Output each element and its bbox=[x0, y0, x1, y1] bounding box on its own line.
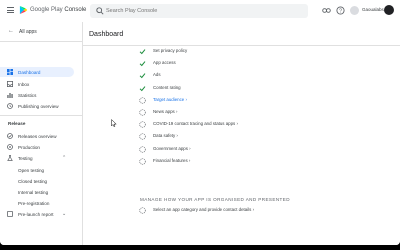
user-avatar[interactable] bbox=[384, 5, 394, 15]
help-icon[interactable]: ? bbox=[336, 6, 345, 15]
sidebar-item-label: Releases overview bbox=[18, 133, 57, 139]
statistics-icon bbox=[7, 93, 13, 98]
menu-icon[interactable] bbox=[7, 7, 14, 13]
sidebar-item-label: Dashboard bbox=[18, 69, 41, 75]
pending-task-icon bbox=[139, 133, 146, 141]
all-apps-label: All apps bbox=[19, 29, 37, 35]
task-row: App access bbox=[139, 58, 379, 68]
task-label[interactable]: COVID-19 contact tracing and status apps… bbox=[153, 121, 238, 126]
pending-task-icon bbox=[139, 158, 146, 165]
mouse-cursor-icon bbox=[111, 119, 117, 127]
google-play-logo-icon bbox=[19, 5, 28, 15]
pending-task-icon bbox=[139, 97, 146, 104]
task-label: Set privacy policy bbox=[153, 48, 188, 53]
task-label: Content rating bbox=[153, 84, 181, 90]
svg-text:?: ? bbox=[339, 8, 342, 14]
pending-task-icon bbox=[139, 145, 146, 153]
developer-name[interactable]: Gaoualabs bbox=[362, 7, 384, 12]
task-row: Ads bbox=[139, 70, 379, 80]
search-input[interactable] bbox=[106, 5, 296, 17]
check-icon bbox=[139, 49, 146, 55]
screen-bottom-edge bbox=[0, 245, 400, 250]
sidebar-divider bbox=[0, 41, 82, 42]
expand-more-icon[interactable]: ⌄ bbox=[62, 211, 66, 217]
sidebar-item-dashboard[interactable]: Dashboard bbox=[0, 67, 74, 77]
task-label[interactable]: News apps › bbox=[153, 109, 177, 114]
sidebar-item-label: Publishing overview bbox=[18, 103, 59, 109]
brand-title[interactable]: Google Play Console bbox=[30, 5, 86, 15]
task-label: Ads bbox=[153, 72, 161, 78]
sidebar-item-pre-launch-report[interactable]: Pre-launch report ⌄ bbox=[0, 209, 74, 219]
page-title: Dashboard bbox=[89, 31, 124, 38]
task-row[interactable]: COVID-19 contact tracing and status apps… bbox=[139, 119, 379, 129]
search-bar[interactable] bbox=[90, 4, 308, 18]
release-section-label: Release bbox=[8, 121, 26, 126]
check-icon bbox=[139, 85, 146, 91]
sidebar-item-publishing-overview[interactable]: Publishing overview bbox=[0, 101, 74, 111]
task-row[interactable]: Data safety › bbox=[139, 131, 379, 141]
brand-product: Console bbox=[64, 7, 87, 13]
pending-task-icon bbox=[139, 121, 146, 128]
sidebar-subitem-internal-testing[interactable]: Internal testing bbox=[18, 190, 48, 195]
developer-avatar[interactable] bbox=[350, 6, 359, 15]
pending-task-icon bbox=[139, 109, 146, 116]
sidebar-divider bbox=[0, 115, 82, 116]
search-icon bbox=[96, 7, 104, 15]
check-icon bbox=[139, 61, 146, 67]
top-bar: Google Play Console ? Gaoualabs bbox=[0, 0, 400, 23]
releases-icon bbox=[7, 133, 13, 139]
task-row[interactable]: Select an app category and provide conta… bbox=[139, 205, 379, 215]
section-title: MANAGE HOW YOUR APP IS ORGANISED AND PRE… bbox=[140, 197, 290, 202]
expand-less-icon[interactable]: ⌃ bbox=[62, 155, 66, 161]
link-icon[interactable] bbox=[322, 6, 331, 15]
brand-prefix: Google Play bbox=[30, 7, 63, 13]
task-row[interactable]: Government apps › bbox=[139, 144, 379, 154]
testing-icon bbox=[7, 155, 13, 161]
sidebar: ← All apps Dashboard Inbox Statistics Pu… bbox=[0, 22, 83, 245]
sidebar-item-inbox[interactable]: Inbox bbox=[0, 79, 74, 89]
task-label[interactable]: Target audience › bbox=[153, 97, 187, 102]
task-row[interactable]: News apps › bbox=[139, 107, 379, 117]
task-label[interactable]: Government apps › bbox=[153, 146, 191, 151]
main-content: Dashboard Set privacy policy App access Ad… bbox=[83, 22, 400, 245]
sidebar-item-production[interactable]: Production bbox=[0, 142, 74, 152]
sidebar-item-releases-overview[interactable]: Releases overview bbox=[0, 131, 74, 141]
dashboard-icon bbox=[7, 69, 13, 75]
task-label[interactable]: Financial features › bbox=[153, 158, 190, 163]
sidebar-item-label: Inbox bbox=[18, 81, 30, 87]
task-label[interactable]: Data safety › bbox=[153, 133, 178, 138]
task-row: Content rating bbox=[139, 83, 379, 93]
sidebar-item-label: Production bbox=[18, 144, 40, 150]
task-row: Set privacy policy bbox=[139, 46, 379, 56]
task-row[interactable]: Financial features › bbox=[139, 156, 379, 166]
inbox-icon bbox=[7, 81, 13, 87]
task-label: App access bbox=[153, 60, 176, 66]
sidebar-item-testing[interactable]: Testing ⌃ bbox=[0, 153, 74, 163]
play-console-window: Google Play Console ? Gaoualabs ← All ap… bbox=[0, 0, 400, 245]
back-arrow-icon: ← bbox=[8, 28, 14, 34]
check-icon bbox=[139, 73, 146, 79]
sidebar-item-label: Statistics bbox=[18, 92, 37, 98]
pending-task-icon bbox=[139, 207, 146, 214]
publishing-icon bbox=[7, 103, 13, 109]
sidebar-item-label: Pre-launch report bbox=[18, 211, 54, 217]
sidebar-item-statistics[interactable]: Statistics bbox=[0, 90, 74, 100]
task-label[interactable]: Select an app category and provide conta… bbox=[153, 207, 254, 212]
sidebar-subitem-closed-testing[interactable]: Closed testing bbox=[18, 179, 47, 184]
production-icon bbox=[7, 144, 13, 150]
prelaunch-icon bbox=[7, 211, 13, 217]
sidebar-item-label: Testing bbox=[18, 155, 33, 161]
task-row[interactable]: Target audience › bbox=[139, 95, 379, 105]
sidebar-subitem-pre-registration[interactable]: Pre-registration bbox=[18, 201, 49, 206]
sidebar-subitem-open-testing[interactable]: Open testing bbox=[18, 168, 44, 173]
